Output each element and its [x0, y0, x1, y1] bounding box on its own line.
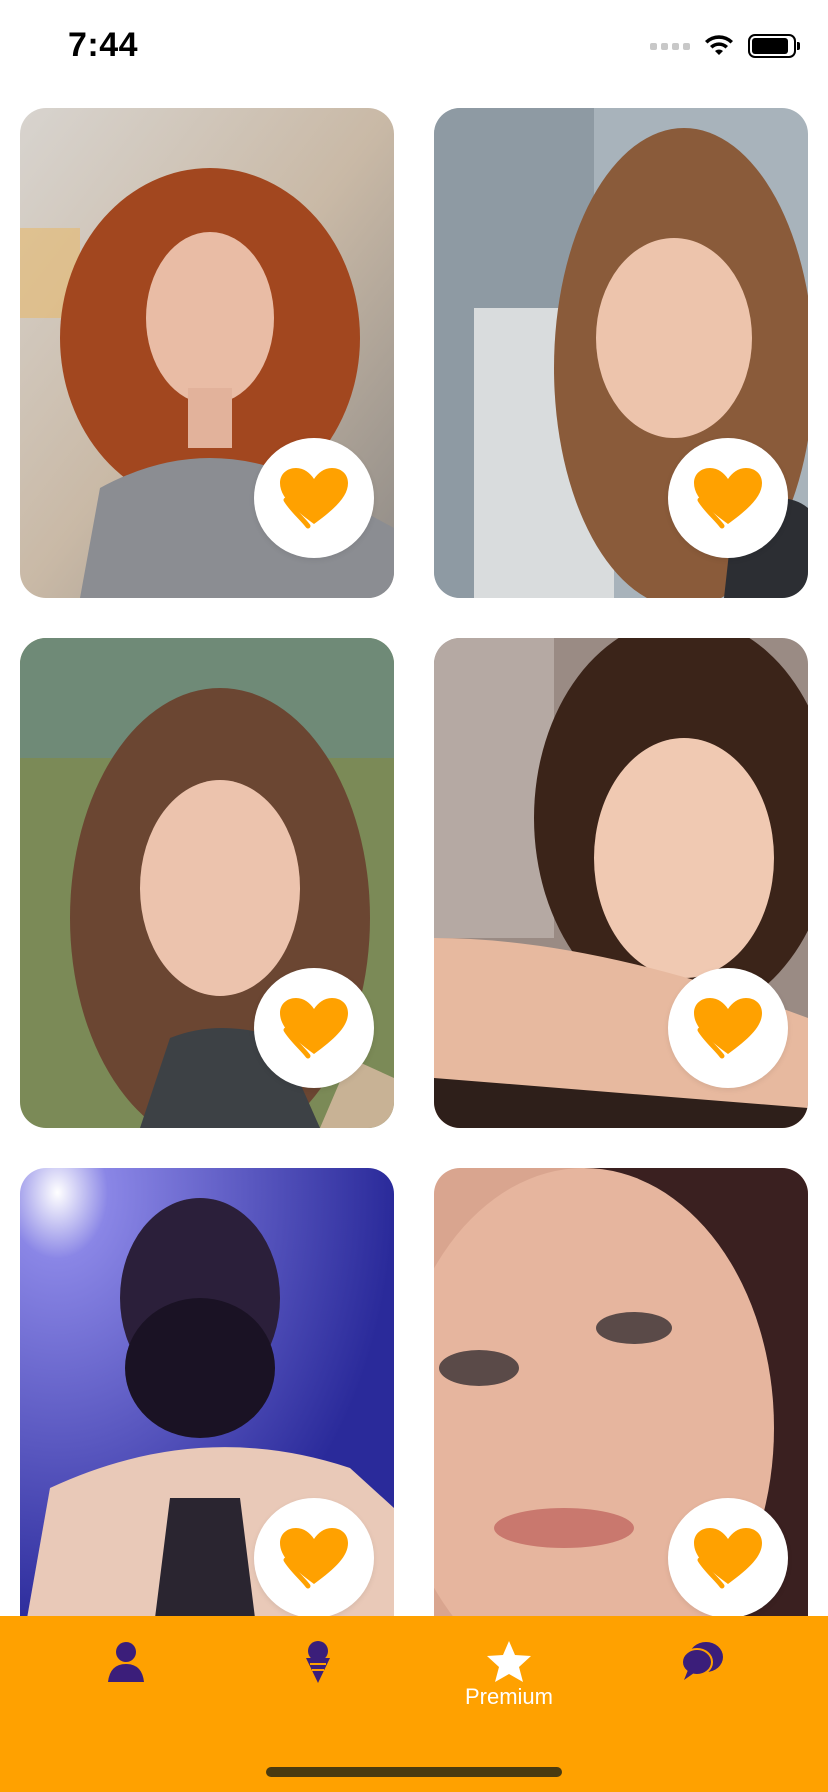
profile-card[interactable]	[434, 1168, 808, 1616]
heart-icon	[694, 998, 762, 1059]
profile-card[interactable]	[20, 1168, 394, 1616]
ice-cream-icon	[306, 1641, 330, 1683]
tab-premium-label: Premium	[464, 1684, 553, 1709]
star-icon	[487, 1641, 531, 1682]
tab-profile[interactable]	[104, 1640, 148, 1710]
heart-icon	[280, 998, 348, 1059]
tab-messages[interactable]	[678, 1640, 726, 1710]
heart-icon	[694, 468, 762, 529]
profile-card[interactable]	[20, 638, 394, 1128]
like-button[interactable]	[668, 1498, 788, 1616]
like-button[interactable]	[668, 438, 788, 558]
like-button[interactable]	[668, 968, 788, 1088]
home-indicator[interactable]	[266, 1767, 562, 1777]
heart-icon	[694, 1528, 762, 1589]
chat-bubbles-icon	[681, 1642, 723, 1680]
tab-premium[interactable]: Premium	[444, 1640, 574, 1710]
like-button[interactable]	[254, 438, 374, 558]
profile-card[interactable]	[434, 108, 808, 598]
profile-card[interactable]	[434, 638, 808, 1128]
like-button[interactable]	[254, 968, 374, 1088]
tab-discover[interactable]	[296, 1640, 340, 1710]
heart-icon	[280, 1528, 348, 1589]
profile-card[interactable]	[20, 108, 394, 598]
tab-bar: Premium	[0, 1616, 828, 1792]
person-icon	[108, 1642, 144, 1682]
like-button[interactable]	[254, 1498, 374, 1616]
profile-grid	[0, 0, 828, 1616]
heart-icon	[280, 468, 348, 529]
